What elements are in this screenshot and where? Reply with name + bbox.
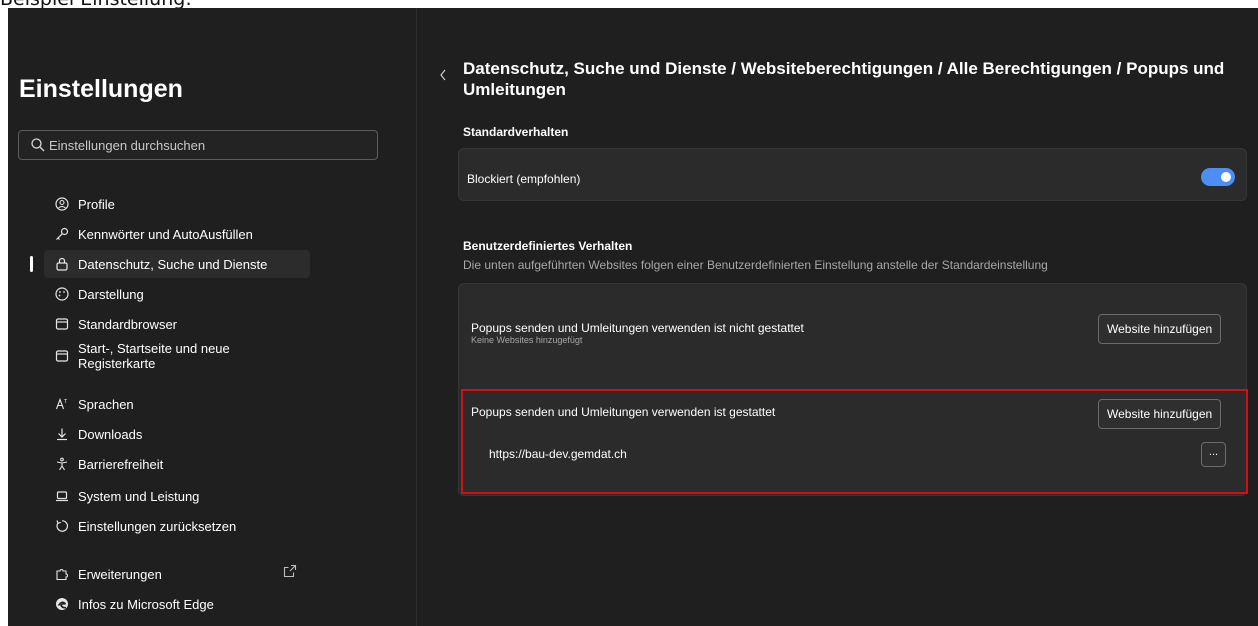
toggle-knob [1221, 172, 1231, 182]
section-custom-label: Benutzerdefiniertes Verhalten [463, 239, 633, 253]
sidebar-item-label: Barrierefreiheit [78, 456, 164, 472]
active-indicator [30, 256, 33, 272]
blocked-toggle[interactable] [1201, 168, 1235, 186]
sidebar-title: Einstellungen [19, 75, 183, 103]
section-default-label: Standardverhalten [463, 125, 569, 139]
key-icon [54, 226, 70, 242]
sidebar: Einstellungen Profile Kennwörter und Aut [8, 8, 417, 626]
sidebar-item-label: Kennwörter und AutoAusfüllen [78, 226, 253, 242]
sidebar-item-label: Standardbrowser [78, 316, 177, 332]
breadcrumb: Datenschutz, Suche und Dienste / Website… [463, 59, 1225, 99]
sidebar-item-start-home[interactable]: Start-, Startseite und neue Registerkart… [44, 341, 310, 371]
download-icon [54, 426, 70, 442]
sidebar-item-label: System und Leistung [78, 488, 200, 504]
reset-icon [54, 518, 70, 534]
sidebar-item-system[interactable]: System und Leistung [44, 482, 310, 510]
search-box[interactable] [18, 130, 378, 160]
sidebar-item-passwords[interactable]: Kennwörter und AutoAusfüllen [44, 220, 310, 248]
add-blocked-site-button[interactable]: Website hinzufügen [1098, 314, 1222, 344]
back-chevron-icon[interactable] [438, 68, 448, 82]
sidebar-item-downloads[interactable]: Downloads [44, 420, 310, 448]
sidebar-item-label: Downloads [78, 426, 143, 442]
sidebar-item-label: Datenschutz, Suche und Dienste [78, 256, 268, 272]
blocked-list-empty-text: Keine Websites hinzugefügt [471, 335, 583, 345]
browser-icon [54, 316, 70, 332]
svg-text:T: T [63, 399, 68, 405]
sidebar-item-extensions[interactable]: Erweiterungen [44, 560, 310, 588]
sidebar-item-appearance[interactable]: Darstellung [44, 280, 310, 308]
sidebar-item-privacy[interactable]: Datenschutz, Suche und Dienste [44, 250, 310, 278]
search-input[interactable] [49, 131, 369, 159]
lock-icon [54, 256, 70, 272]
main-content: Datenschutz, Suche und Dienste / Website… [418, 8, 1258, 626]
sidebar-item-label: Sprachen [78, 396, 134, 412]
section-custom-description: Die unten aufgeführten Websites folgen e… [463, 258, 1048, 272]
puzzle-icon [54, 566, 70, 582]
external-link-icon [283, 564, 297, 578]
profile-icon [54, 196, 70, 212]
sidebar-item-label: Darstellung [78, 286, 144, 302]
language-icon: T [54, 396, 70, 412]
search-icon [31, 138, 45, 152]
edge-logo-icon [54, 596, 70, 612]
blocked-list-title: Popups senden und Umleitungen verwenden … [471, 321, 804, 335]
accessibility-icon [54, 456, 70, 472]
sidebar-item-about[interactable]: Infos zu Microsoft Edge [44, 590, 310, 618]
sidebar-item-profile[interactable]: Profile [44, 190, 310, 218]
sidebar-item-languages[interactable]: T Sprachen [44, 390, 310, 418]
sidebar-item-label: Einstellungen zurücksetzen [78, 518, 237, 534]
sidebar-item-accessibility[interactable]: Barrierefreiheit [44, 450, 310, 478]
highlight-box [461, 389, 1248, 494]
sidebar-item-label: Infos zu Microsoft Edge [78, 596, 214, 612]
home-tab-icon [54, 348, 70, 364]
sidebar-item-reset[interactable]: Einstellungen zurücksetzen [44, 512, 310, 540]
sidebar-item-label: Profile [78, 196, 115, 212]
blocked-setting-label: Blockiert (empfohlen) [467, 172, 581, 186]
caption-text: Beispiel Einstellung: [0, 0, 192, 9]
sidebar-item-label: Start-, Startseite und neue Registerkart… [78, 341, 230, 371]
default-behavior-card: Blockiert (empfohlen) [458, 148, 1247, 201]
laptop-icon [54, 488, 70, 504]
sidebar-item-default-browser[interactable]: Standardbrowser [44, 310, 310, 338]
palette-icon [54, 286, 70, 302]
sidebar-item-label: Erweiterungen [78, 566, 162, 582]
settings-window: Einstellungen Profile Kennwörter und Aut [8, 8, 1258, 626]
